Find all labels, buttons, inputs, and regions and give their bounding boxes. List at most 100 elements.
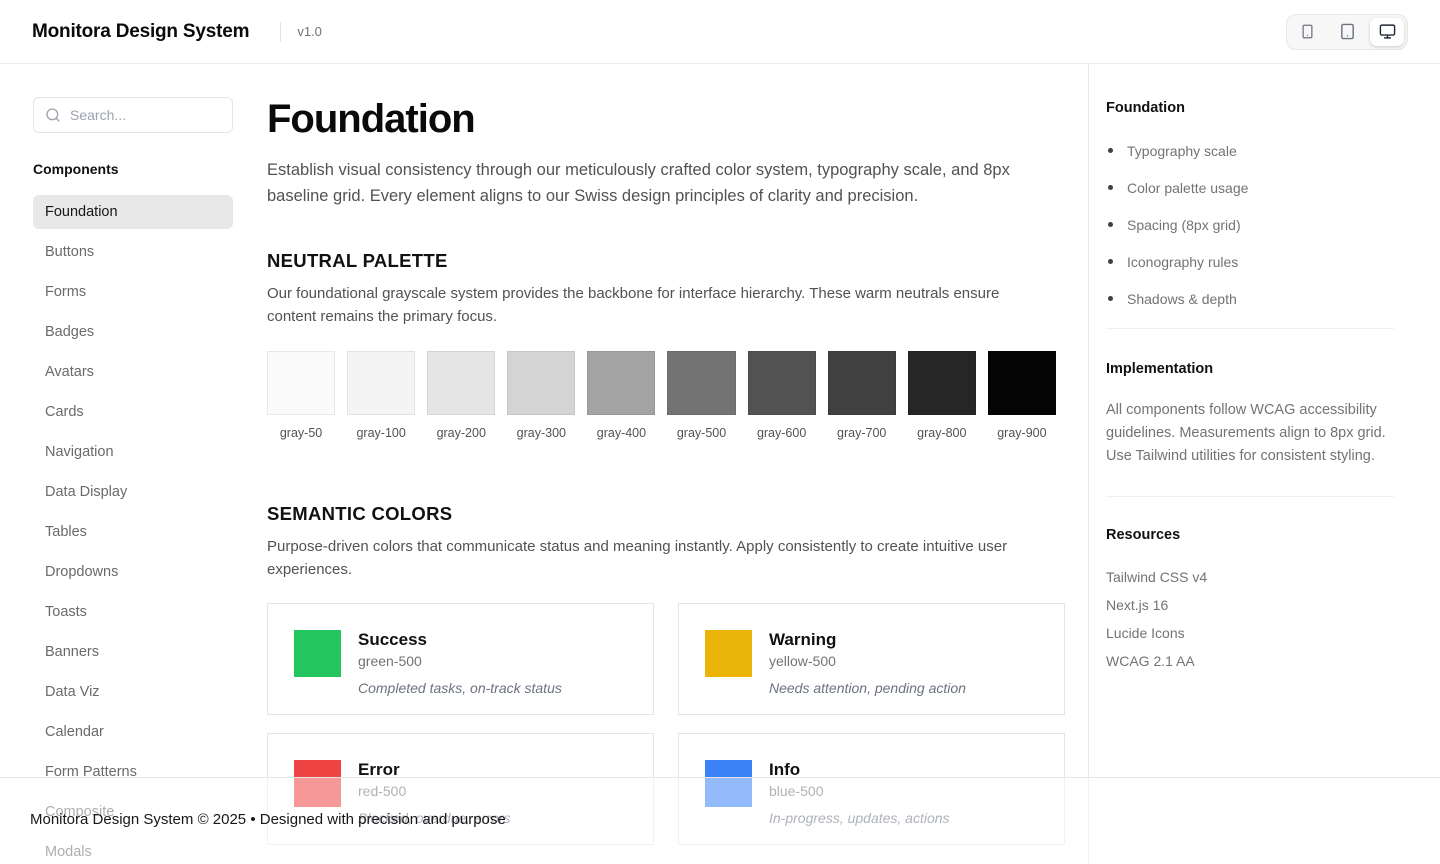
sidebar-item-badges[interactable]: Badges	[33, 315, 233, 349]
bullet-dot-icon	[1108, 185, 1113, 190]
warning-swatch	[705, 630, 752, 677]
header-brand: Monitora Design System v1.0	[32, 21, 322, 43]
monitor-icon	[1379, 23, 1396, 40]
sidebar-item-data-viz[interactable]: Data Viz	[33, 675, 233, 709]
color-swatch-gray-200	[427, 351, 495, 415]
success-swatch	[294, 630, 341, 677]
version-badge: v1.0	[297, 24, 322, 39]
sidebar-item-calendar[interactable]: Calendar	[33, 715, 233, 749]
toc-item-label: Color palette usage	[1127, 180, 1248, 196]
card-token: yellow-500	[769, 653, 966, 669]
device-preview-switcher	[1286, 14, 1408, 50]
sidebar-section-label: Components	[33, 161, 233, 177]
card-description: Completed tasks, on-track status	[358, 680, 562, 696]
neutral-palette-heading: NEUTRAL PALETTE	[267, 250, 1045, 272]
swatch-cell-gray-600: gray-600	[748, 351, 816, 440]
sidebar-item-toasts[interactable]: Toasts	[33, 595, 233, 629]
main-content: Foundation Establish visual consistency …	[256, 64, 1088, 864]
page-title: Foundation	[267, 95, 1045, 143]
search-icon	[45, 107, 61, 123]
sidebar-item-tables[interactable]: Tables	[33, 515, 233, 549]
bullet-dot-icon	[1108, 259, 1113, 264]
page-intro: Establish visual consistency through our…	[267, 157, 1017, 209]
swatch-label: gray-400	[587, 426, 655, 440]
toc-item-label: Spacing (8px grid)	[1127, 217, 1241, 233]
bullet-dot-icon	[1108, 296, 1113, 301]
swatch-label: gray-50	[267, 426, 335, 440]
color-swatch-gray-800	[908, 351, 976, 415]
tablet-preview-button[interactable]	[1330, 18, 1364, 46]
resource-item-next-js-16: Next.js 16	[1106, 598, 1394, 613]
swatch-cell-gray-50: gray-50	[267, 351, 335, 440]
tablet-icon	[1339, 23, 1356, 40]
card-token: green-500	[358, 653, 562, 669]
swatch-label: gray-800	[908, 426, 976, 440]
swatch-cell-gray-400: gray-400	[587, 351, 655, 440]
neutral-palette-description: Our foundational grayscale system provid…	[267, 283, 1045, 328]
header-divider	[280, 22, 281, 42]
sidebar: Components Foundation Buttons Forms Badges A…	[0, 64, 256, 864]
toc-divider	[1106, 328, 1394, 329]
resources-list: Tailwind CSS v4 Next.js 16 Lucide Icons WCA…	[1106, 570, 1394, 669]
swatch-label: gray-100	[347, 426, 415, 440]
toc-item-label: Typography scale	[1127, 143, 1237, 159]
color-swatch-gray-700	[828, 351, 896, 415]
sidebar-item-dropdowns[interactable]: Dropdowns	[33, 555, 233, 589]
swatch-label: gray-300	[507, 426, 575, 440]
smartphone-icon	[1300, 24, 1315, 39]
swatch-cell-gray-300: gray-300	[507, 351, 575, 440]
toc-item-label: Iconography rules	[1127, 254, 1238, 270]
footer-text: Monitora Design System © 2025 • Designed…	[30, 811, 506, 828]
sidebar-item-banners[interactable]: Banners	[33, 635, 233, 669]
toc-item-spacing-8px-grid: Spacing (8px grid)	[1106, 217, 1394, 233]
resource-item-wcag-2-1-aa: WCAG 2.1 AA	[1106, 654, 1394, 669]
gray-swatch-row: gray-50 gray-100 gray-200 gray-300 gray-400 g…	[267, 351, 1056, 440]
sidebar-item-buttons[interactable]: Buttons	[33, 235, 233, 269]
sidebar-item-data-display[interactable]: Data Display	[33, 475, 233, 509]
toc-item-shadows-depth: Shadows & depth	[1106, 291, 1394, 307]
neutral-palette-section: NEUTRAL PALETTE Our foundational graysca…	[267, 250, 1045, 440]
card-body: Warningyellow-500Needs attention, pendin…	[769, 630, 966, 688]
toc-heading: Foundation	[1106, 100, 1394, 116]
swatch-cell-gray-200: gray-200	[427, 351, 495, 440]
swatch-cell-gray-800: gray-800	[908, 351, 976, 440]
page-layout: Components Foundation Buttons Forms Badges A…	[0, 64, 1440, 864]
swatch-label: gray-700	[828, 426, 896, 440]
implementation-text: All components follow WCAG accessibility…	[1106, 399, 1394, 468]
color-swatch-gray-300	[507, 351, 575, 415]
toc-sidebar: Foundation Typography scale Color palette…	[1088, 64, 1440, 864]
color-swatch-gray-50	[267, 351, 335, 415]
monitor-preview-button[interactable]	[1370, 18, 1404, 46]
color-swatch-gray-100	[347, 351, 415, 415]
toc-item-typography-scale: Typography scale	[1106, 143, 1394, 159]
sidebar-nav: Foundation Buttons Forms Badges Avatars Cards…	[33, 195, 233, 864]
swatch-label: gray-200	[427, 426, 495, 440]
warning-color-card: Warningyellow-500Needs attention, pendin…	[678, 603, 1065, 715]
swatch-cell-gray-900: gray-900	[988, 351, 1056, 440]
color-swatch-gray-400	[587, 351, 655, 415]
color-swatch-gray-900	[988, 351, 1056, 415]
footer: Monitora Design System © 2025 • Designed…	[0, 777, 1440, 864]
resource-item-tailwind-css-v4: Tailwind CSS v4	[1106, 570, 1394, 585]
semantic-colors-description: Purpose-driven colors that communicate s…	[267, 536, 1045, 581]
card-name: Warning	[769, 630, 966, 650]
sidebar-item-navigation[interactable]: Navigation	[33, 435, 233, 469]
search-input[interactable]	[70, 107, 251, 123]
toc-item-iconography-rules: Iconography rules	[1106, 254, 1394, 270]
bullet-dot-icon	[1108, 222, 1113, 227]
swatch-cell-gray-500: gray-500	[667, 351, 735, 440]
toc-item-color-palette-usage: Color palette usage	[1106, 180, 1394, 196]
swatch-label: gray-900	[988, 426, 1056, 440]
color-swatch-gray-600	[748, 351, 816, 415]
implementation-heading: Implementation	[1106, 361, 1394, 377]
search-box[interactable]	[33, 97, 233, 133]
smartphone-preview-button[interactable]	[1290, 18, 1324, 46]
resource-item-lucide-icons: Lucide Icons	[1106, 626, 1394, 641]
sidebar-item-foundation[interactable]: Foundation	[33, 195, 233, 229]
app-header: Monitora Design System v1.0	[0, 0, 1440, 64]
sidebar-item-avatars[interactable]: Avatars	[33, 355, 233, 389]
sidebar-item-forms[interactable]: Forms	[33, 275, 233, 309]
app-title: Monitora Design System	[32, 21, 249, 43]
sidebar-item-cards[interactable]: Cards	[33, 395, 233, 429]
color-swatch-gray-500	[667, 351, 735, 415]
